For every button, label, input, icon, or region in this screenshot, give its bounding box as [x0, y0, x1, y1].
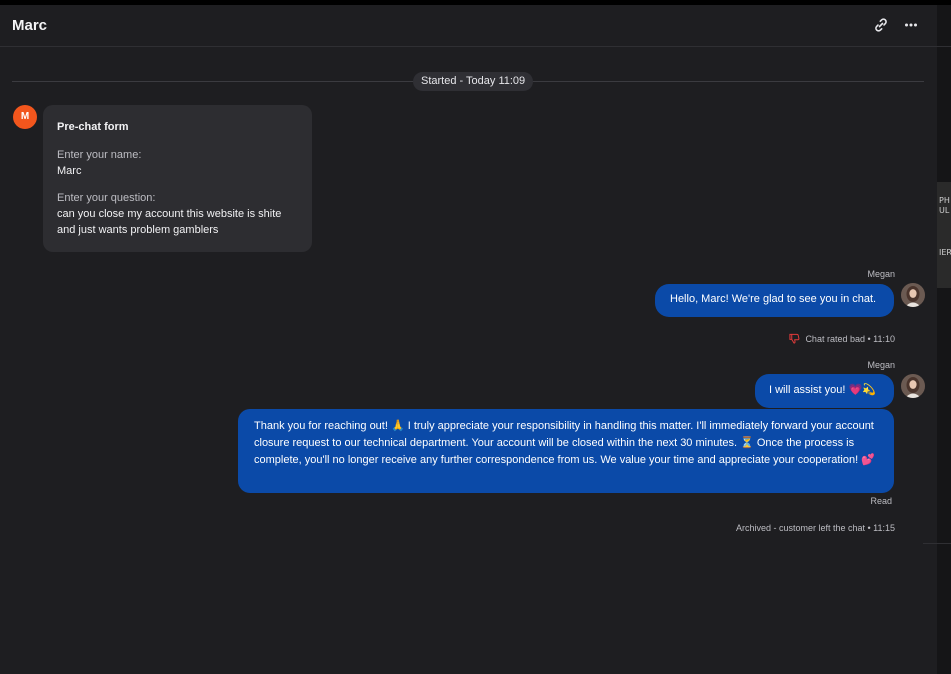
prechat-title: Pre-chat form	[57, 121, 129, 133]
agent-message-bubble: I will assist you! 💗💫	[755, 374, 894, 408]
question-value: can you close my account this website is…	[57, 208, 282, 236]
message-sender: Megan	[867, 360, 895, 370]
right-divider	[937, 46, 951, 47]
message-sender: Megan	[867, 269, 895, 279]
read-status: Read	[870, 496, 892, 506]
agent-message-bubble: Hello, Marc! We're glad to see you in ch…	[655, 284, 894, 317]
chat-rating-event: Chat rated bad • 11:10	[780, 333, 895, 346]
side-text-fragment: UL	[939, 206, 950, 215]
side-thumbnail: PH UL IER	[937, 182, 951, 288]
agent-avatar	[901, 283, 925, 307]
archived-event: Archived - customer left the chat • 11:1…	[735, 523, 895, 533]
link-icon[interactable]	[872, 16, 890, 34]
chat-panel: Marc Started - Today 11:09 M Pre-chat fo…	[0, 5, 937, 674]
thumbs-down-icon	[789, 333, 800, 346]
rating-text: Chat rated bad • 11:10	[805, 334, 895, 344]
right-side-strip	[937, 5, 951, 674]
prechat-form-card: Pre-chat form Enter your name: Marc Ente…	[43, 105, 312, 252]
side-text-fragment: PH	[939, 196, 950, 205]
right-footer-line	[923, 543, 951, 544]
side-text-fragment: IER	[939, 248, 951, 257]
customer-avatar: M	[13, 105, 37, 129]
agent-avatar	[901, 374, 925, 398]
chat-started-label: Started - Today 11:09	[413, 72, 534, 91]
name-value: Marc	[57, 165, 82, 177]
chat-header: Marc	[0, 5, 937, 47]
more-icon[interactable]	[902, 16, 920, 34]
name-label: Enter your name:	[57, 149, 142, 161]
question-label: Enter your question:	[57, 192, 156, 204]
agent-message-bubble: Thank you for reaching out! 🙏 I truly ap…	[238, 409, 894, 493]
chat-title: Marc	[12, 17, 48, 34]
